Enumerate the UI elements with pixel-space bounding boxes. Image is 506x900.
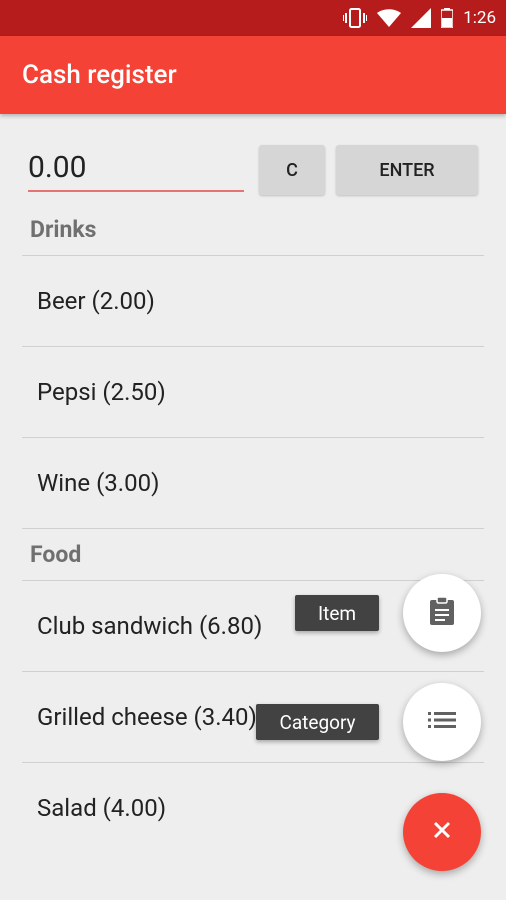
vibrate-icon (343, 8, 368, 28)
list-item-label: Salad (4.00) (37, 794, 167, 822)
list-item-label: Pepsi (2.50) (37, 378, 166, 406)
close-icon (433, 821, 451, 843)
section-header-drinks: Drinks (30, 216, 97, 243)
add-item-tooltip[interactable]: Item (295, 595, 379, 631)
list-item[interactable]: Pepsi (2.50) (22, 347, 484, 437)
enter-button[interactable]: ENTER (336, 145, 478, 195)
list-item-label: Wine (3.00) (37, 469, 160, 497)
list-item-label: Grilled cheese (3.40) (37, 703, 257, 731)
list-item-label: Beer (2.00) (37, 287, 155, 315)
signal-icon (411, 8, 432, 28)
add-category-tooltip[interactable]: Category (256, 704, 379, 740)
status-bar: 1:26 (0, 0, 506, 36)
clear-button[interactable]: C (259, 145, 325, 195)
status-icons: 1:26 (343, 6, 496, 30)
list-item-label: Club sandwich (6.80) (37, 612, 263, 640)
amount-input[interactable] (28, 144, 244, 192)
list-item[interactable]: Wine (3.00) (22, 438, 484, 528)
app-bar: Cash register (0, 36, 506, 114)
divider (22, 528, 484, 529)
list-icon (428, 711, 456, 733)
add-item-fab[interactable] (403, 574, 481, 652)
battery-icon (441, 8, 454, 28)
app-title: Cash register (22, 60, 177, 90)
list-item[interactable]: Beer (2.00) (22, 256, 484, 346)
clipboard-icon (429, 596, 455, 630)
add-category-fab[interactable] (403, 683, 481, 761)
section-header-food: Food (30, 541, 82, 568)
wifi-icon (377, 9, 402, 27)
close-fab[interactable] (403, 793, 481, 871)
amount-row: C ENTER (0, 140, 506, 200)
clock: 1:26 (463, 8, 496, 28)
